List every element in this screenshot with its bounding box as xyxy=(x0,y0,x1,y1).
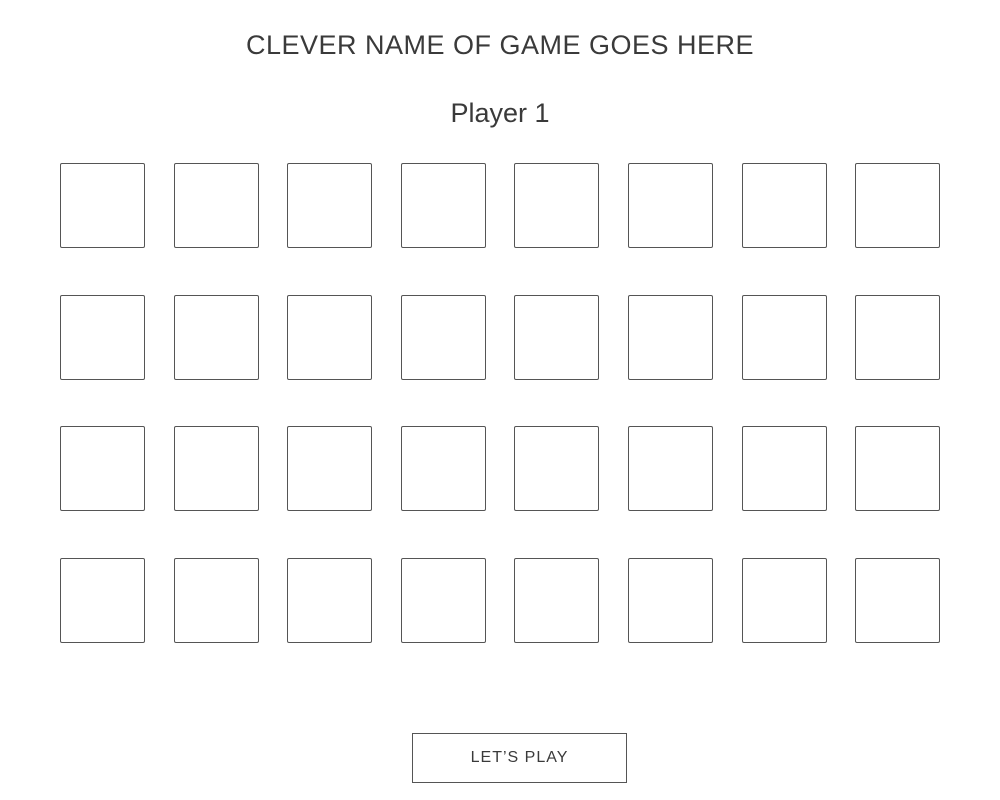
memory-card[interactable] xyxy=(400,294,486,380)
memory-card[interactable] xyxy=(855,426,941,511)
memory-card[interactable] xyxy=(627,294,713,380)
memory-card[interactable] xyxy=(60,294,145,380)
memory-card[interactable] xyxy=(514,294,600,380)
memory-card[interactable] xyxy=(287,163,373,248)
memory-card[interactable] xyxy=(173,557,259,643)
memory-card[interactable] xyxy=(741,294,827,380)
memory-card[interactable] xyxy=(855,557,941,643)
memory-card[interactable] xyxy=(173,426,259,511)
current-player-label: Player 1 xyxy=(450,98,550,128)
memory-card[interactable] xyxy=(173,163,259,248)
memory-card[interactable] xyxy=(60,426,145,511)
game-title: CLEVER NAME OF GAME GOES HERE xyxy=(245,30,755,60)
memory-card[interactable] xyxy=(627,557,713,643)
memory-card[interactable] xyxy=(287,426,373,511)
card-board xyxy=(60,163,941,644)
memory-card[interactable] xyxy=(514,426,600,511)
memory-card[interactable] xyxy=(287,294,373,380)
memory-card[interactable] xyxy=(400,557,486,643)
memory-card[interactable] xyxy=(60,557,145,643)
memory-card[interactable] xyxy=(60,163,145,248)
memory-card[interactable] xyxy=(741,426,827,511)
lets-play-button[interactable]: LET’S PLAY xyxy=(412,733,627,783)
memory-card[interactable] xyxy=(514,557,600,643)
memory-card[interactable] xyxy=(400,163,486,248)
memory-card[interactable] xyxy=(514,163,600,248)
memory-card[interactable] xyxy=(741,163,827,248)
memory-card[interactable] xyxy=(627,426,713,511)
memory-card[interactable] xyxy=(287,557,373,643)
memory-card[interactable] xyxy=(627,163,713,248)
memory-card[interactable] xyxy=(855,163,941,248)
memory-card[interactable] xyxy=(173,294,259,380)
memory-card[interactable] xyxy=(855,294,941,380)
memory-card[interactable] xyxy=(741,557,827,643)
memory-card[interactable] xyxy=(400,426,486,511)
